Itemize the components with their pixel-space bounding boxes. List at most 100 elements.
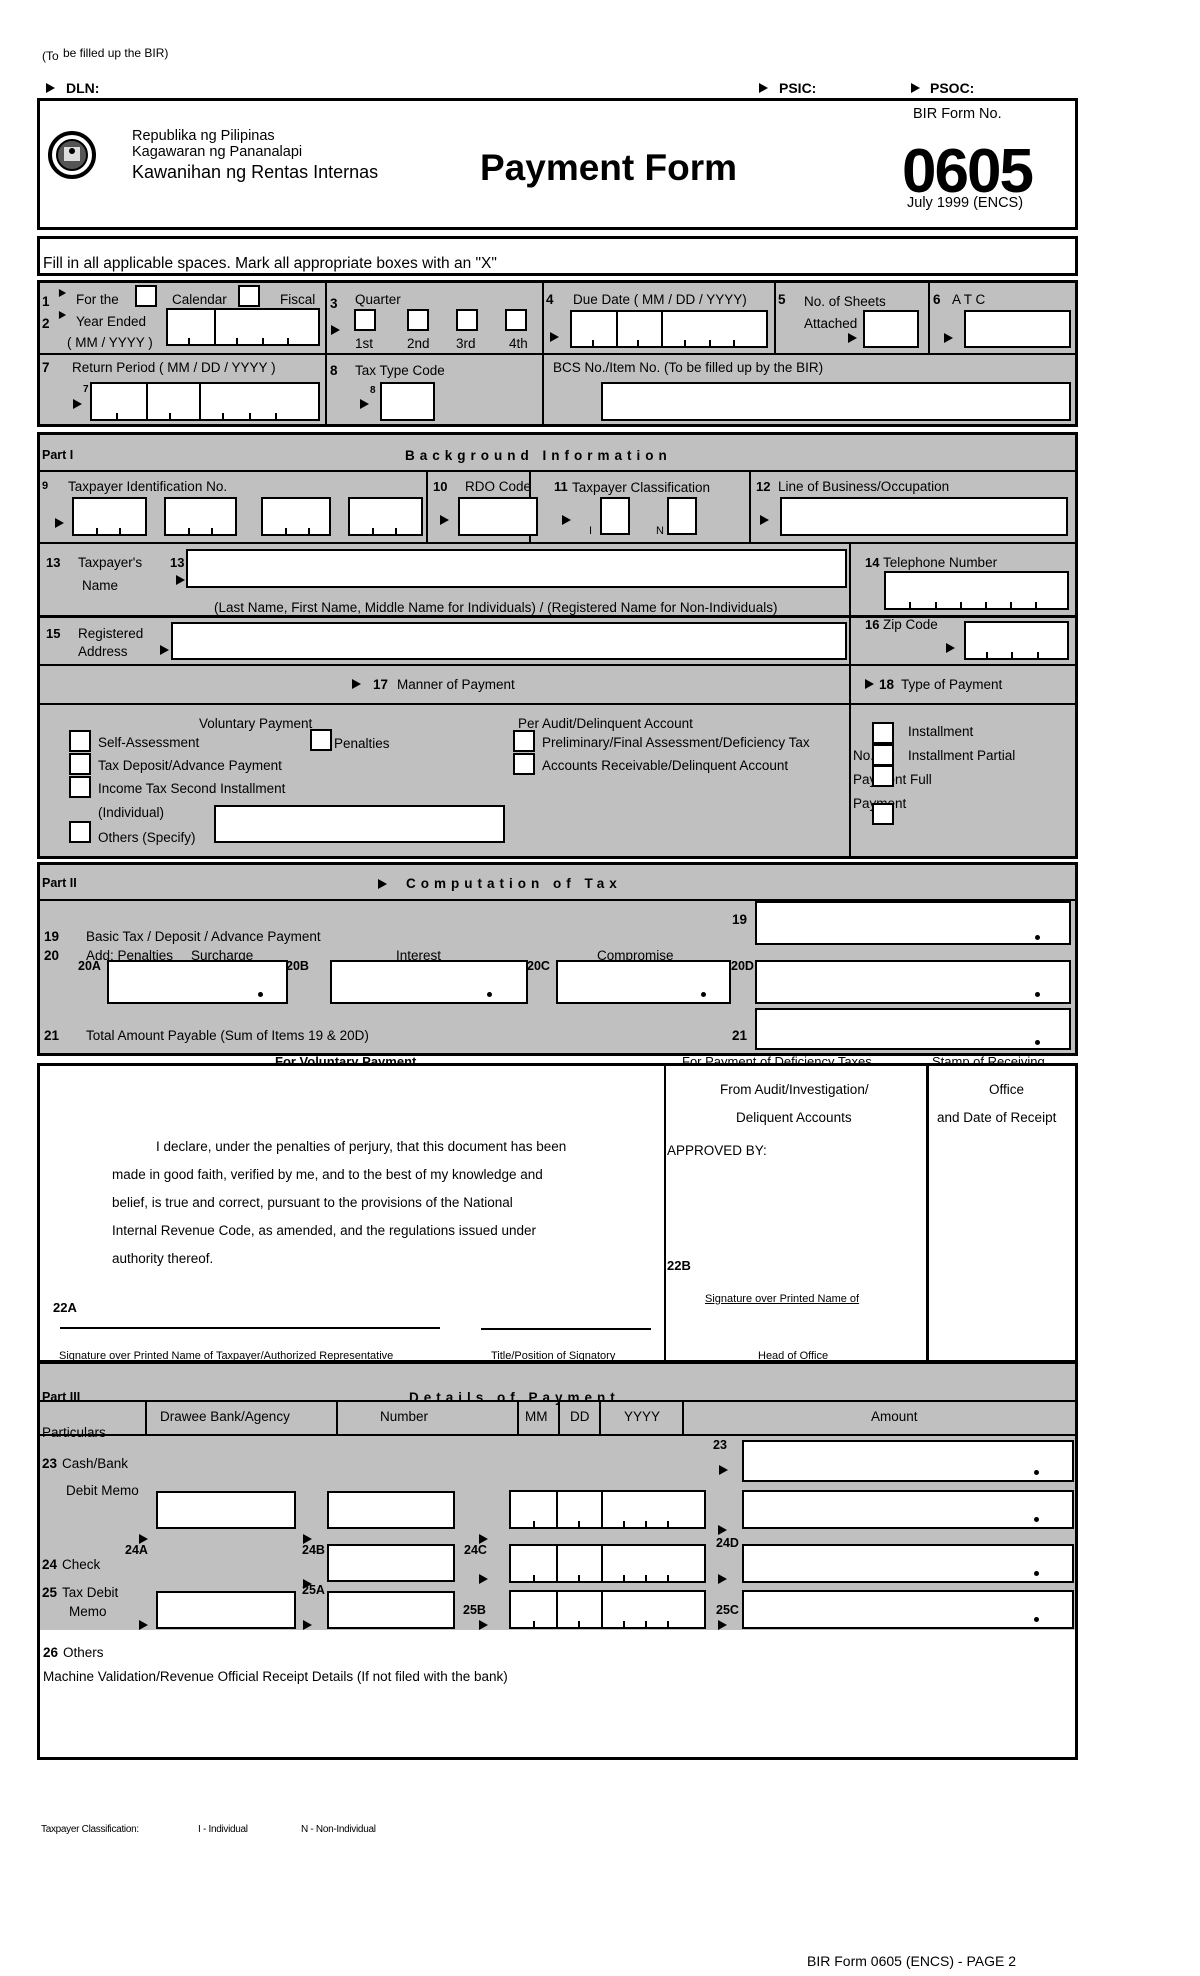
taxpayer-signature-line[interactable] (60, 1327, 440, 1329)
item-19-marker: 19 (732, 912, 748, 927)
installment-checkbox[interactable] (872, 722, 894, 744)
item-16-label: Zip Code (883, 617, 938, 632)
quarter-4th-checkbox[interactable] (505, 309, 527, 331)
item-6-number: 6 (933, 292, 941, 307)
tax-debit-amount-input[interactable] (742, 1544, 1074, 1583)
form-number-label: BIR Form No. (913, 106, 1002, 122)
arrow-icon (718, 1574, 727, 1584)
tin-part-1-input[interactable] (72, 497, 147, 536)
registered-address-input[interactable] (171, 622, 847, 660)
arrow-icon (46, 83, 55, 93)
tax-type-code-input[interactable] (380, 382, 435, 421)
sheets-attached-input[interactable] (863, 310, 919, 348)
others-label: Others (Specify) (98, 830, 196, 845)
divider (40, 703, 1075, 705)
check-label: Check (62, 1557, 101, 1572)
item-9-number: 9 (42, 480, 49, 492)
others-specify-input[interactable] (214, 805, 505, 843)
bcs-input[interactable] (601, 382, 1071, 421)
fiscal-checkbox[interactable] (238, 285, 260, 307)
part-1-background-information: Part I Background Information 9 Taxpayer… (37, 432, 1078, 859)
due-date-input[interactable] (570, 310, 768, 348)
others-date-input[interactable] (509, 1590, 706, 1629)
item-18-number: 18 (879, 677, 895, 692)
title-signature-line[interactable] (481, 1328, 651, 1330)
partial-payment-checkbox[interactable] (872, 744, 894, 766)
non-individual-checkbox[interactable] (667, 497, 697, 535)
arrow-icon (760, 515, 769, 525)
atc-input[interactable] (964, 310, 1071, 348)
item-21-label: Total Amount Payable (Sum of Items 19 & … (86, 1028, 369, 1043)
tax-debit-number-input[interactable] (327, 1544, 455, 1582)
divider (145, 1400, 147, 1434)
preliminary-assessment-checkbox[interactable] (513, 730, 535, 752)
audit-heading: Per Audit/Delinquent Account (518, 716, 693, 731)
income-tax-second-installment-checkbox[interactable] (69, 776, 91, 798)
quarter-2nd-checkbox[interactable] (407, 309, 429, 331)
others-amount-input[interactable] (742, 1590, 1074, 1629)
accounts-receivable-checkbox[interactable] (513, 753, 535, 775)
payment-checkbox[interactable] (872, 803, 894, 825)
self-assessment-checkbox[interactable] (69, 730, 91, 752)
surcharge-input[interactable] (107, 960, 288, 1004)
line-of-business-input[interactable] (780, 497, 1068, 536)
item-20b-marker: 20B (286, 959, 309, 973)
quarter-2nd-label: 2nd (407, 336, 430, 351)
item-21-marker: 21 (732, 1028, 748, 1043)
form-header: Republika ng Pilipinas Kagawaran ng Pana… (37, 98, 1078, 230)
zip-code-input[interactable] (964, 621, 1069, 660)
check-number-input[interactable] (327, 1491, 455, 1529)
others-number-input[interactable] (327, 1591, 455, 1629)
others-drawee-bank-input[interactable] (156, 1591, 296, 1629)
arrow-icon (911, 83, 920, 93)
item-25b-marker: 25B (463, 1603, 486, 1617)
penalties-label: Penalties (334, 736, 390, 751)
rdo-code-input[interactable] (458, 497, 538, 536)
arrow-icon (352, 679, 361, 689)
penalties-checkbox[interactable] (310, 729, 332, 751)
quarter-1st-checkbox[interactable] (354, 309, 376, 331)
arrow-icon (58, 311, 67, 319)
installment-no-label: No. (853, 748, 875, 763)
total-amount-payable-input[interactable] (755, 1008, 1071, 1050)
arrow-icon (719, 1465, 728, 1475)
check-drawee-bank-input[interactable] (156, 1491, 296, 1529)
others-checkbox[interactable] (69, 821, 91, 843)
divider (517, 1400, 519, 1434)
arrow-icon (550, 332, 559, 342)
check-amount-input[interactable] (742, 1490, 1074, 1529)
agency-line-3: Kawanihan ng Rentas Internas (132, 162, 379, 182)
interest-input[interactable] (330, 960, 528, 1004)
tax-deposit-checkbox[interactable] (69, 753, 91, 775)
cash-amount-input[interactable] (742, 1440, 1074, 1482)
check-date-input[interactable] (509, 1490, 706, 1529)
tin-part-3-input[interactable] (261, 497, 331, 536)
item-3-number: 3 (330, 296, 338, 311)
return-period-input[interactable] (90, 382, 320, 421)
basic-tax-input[interactable] (755, 901, 1071, 945)
item-2-format: ( MM / YYYY ) (67, 335, 153, 350)
compromise-input[interactable] (556, 960, 731, 1004)
psoc-label: PSOC: (930, 80, 975, 96)
calendar-checkbox[interactable] (135, 285, 157, 307)
tax-debit-date-input[interactable] (509, 1544, 706, 1583)
item-26-number: 26 (43, 1645, 59, 1660)
taxpayer-name-input[interactable] (186, 549, 847, 588)
part-1-title: Background Information (405, 448, 672, 463)
head-signature-label[interactable]: Signature over Printed Name of (705, 1294, 859, 1305)
individual-checkbox[interactable] (600, 497, 630, 535)
non-individual-option-label: N (656, 525, 664, 537)
column-amount: Amount (871, 1409, 918, 1424)
year-ended-input[interactable] (166, 308, 320, 346)
full-payment-checkbox[interactable] (872, 765, 894, 787)
quarter-3rd-checkbox[interactable] (456, 309, 478, 331)
telephone-number-input[interactable] (884, 571, 1069, 610)
tin-part-4-input[interactable] (348, 497, 423, 536)
column-mm: MM (525, 1409, 548, 1424)
quarter-4th-label: 4th (509, 336, 528, 351)
item-9-label: Taxpayer Identification No. (68, 479, 228, 494)
item-11-label: Taxpayer Classification (572, 480, 711, 495)
tin-part-2-input[interactable] (164, 497, 237, 536)
penalties-total-input[interactable] (755, 960, 1071, 1004)
item-22b-marker: 22B (667, 1258, 691, 1273)
